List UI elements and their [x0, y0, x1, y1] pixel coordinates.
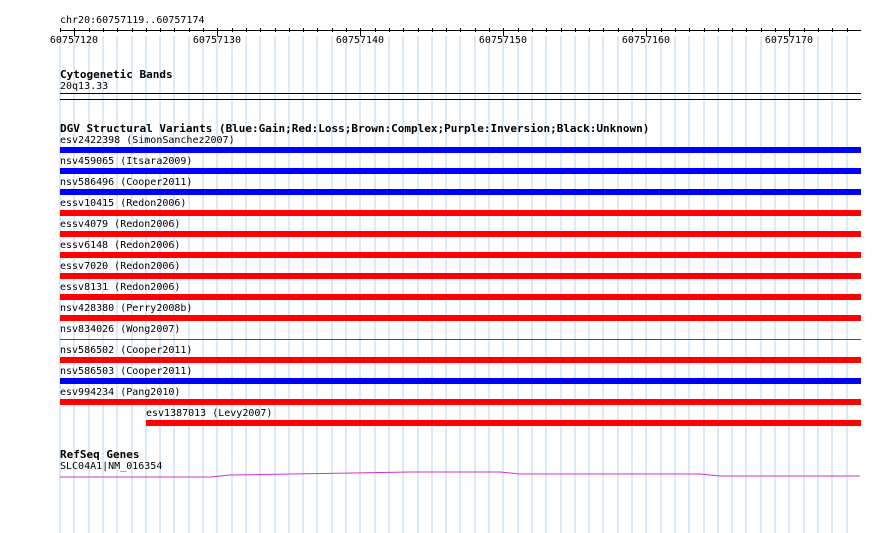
dgv-variant-bar[interactable]: [60, 210, 861, 216]
ruler-minor-tick: [432, 28, 433, 32]
cytoband-bottom-line[interactable]: [60, 99, 861, 100]
ruler-minor-tick: [532, 28, 533, 32]
dgv-variant-bar[interactable]: [60, 231, 861, 237]
dgv-variant-bar[interactable]: [60, 339, 861, 340]
ruler-minor-tick: [561, 28, 562, 32]
dgv-variant-label[interactable]: essv7020 (Redon2006): [60, 261, 180, 273]
ruler-minor-tick: [332, 28, 333, 32]
dgv-variant-bar[interactable]: [60, 399, 861, 405]
ruler-minor-tick: [518, 28, 519, 32]
ruler-minor-tick: [160, 28, 161, 32]
position-range-label: chr20:60757119..60757174: [60, 15, 205, 26]
dgv-variant-label[interactable]: esv994234 (Pang2010): [60, 387, 180, 399]
ruler-minor-tick: [189, 28, 190, 32]
ruler-minor-tick: [618, 28, 619, 32]
ruler-minor-tick: [546, 28, 547, 32]
ruler-minor-tick: [389, 28, 390, 32]
dgv-variant-bar[interactable]: [60, 252, 861, 258]
dgv-variant-label[interactable]: nsv586503 (Cooper2011): [60, 366, 192, 378]
dgv-variant-bar[interactable]: [60, 147, 861, 153]
ruler-minor-tick: [603, 28, 604, 32]
ruler-minor-tick: [60, 28, 61, 32]
ruler-tick-label: 60757160: [621, 35, 671, 46]
ruler-minor-tick: [146, 28, 147, 32]
ruler-minor-tick: [832, 28, 833, 32]
dgv-variant-bar[interactable]: [60, 294, 861, 300]
ruler-minor-tick: [732, 28, 733, 32]
cytoband-label: 20q13.33: [60, 81, 109, 92]
ruler-minor-tick: [103, 28, 104, 32]
ruler-tick-label: 60757150: [478, 35, 528, 46]
ruler-minor-tick: [246, 28, 247, 32]
ruler-minor-tick: [317, 28, 318, 32]
cytogenetic-bands-title: Cytogenetic Bands: [60, 68, 173, 81]
dgv-variant-label[interactable]: essv6148 (Redon2006): [60, 240, 180, 252]
ruler-minor-tick: [303, 28, 304, 32]
dgv-variant-bar[interactable]: [60, 168, 861, 174]
dgv-variant-label[interactable]: essv10415 (Redon2006): [60, 198, 186, 210]
dgv-variant-label[interactable]: esv2422398 (SimonSanchez2007): [60, 135, 235, 147]
ruler-minor-tick: [632, 28, 633, 32]
cytoband-top-line[interactable]: [60, 93, 861, 94]
dgv-variant-label[interactable]: essv8131 (Redon2006): [60, 282, 180, 294]
ruler-minor-tick: [117, 28, 118, 32]
dgv-variant-label[interactable]: nsv834026 (Wong2007): [60, 324, 180, 336]
ruler-minor-tick: [661, 28, 662, 32]
dgv-variant-label[interactable]: essv4079 (Redon2006): [60, 219, 180, 231]
dgv-variant-label[interactable]: nsv586502 (Cooper2011): [60, 345, 192, 357]
ruler-minor-tick: [589, 28, 590, 32]
ruler-minor-tick: [174, 28, 175, 32]
ruler-minor-tick: [203, 28, 204, 32]
ruler-minor-tick: [804, 28, 805, 32]
ruler-tick-label: 60757120: [49, 35, 99, 46]
ruler-minor-tick: [446, 28, 447, 32]
ruler-minor-tick: [575, 28, 576, 32]
ruler-minor-tick: [475, 28, 476, 32]
ruler-minor-tick: [675, 28, 676, 32]
ruler-minor-tick: [375, 28, 376, 32]
refseq-gene-feature[interactable]: [0, 468, 890, 480]
ruler-minor-tick: [260, 28, 261, 32]
dgv-variant-label[interactable]: nsv428380 (Perry2008b): [60, 303, 192, 315]
ruler-minor-tick: [232, 28, 233, 32]
dgv-track-title: DGV Structural Variants (Blue:Gain;Red:L…: [60, 122, 650, 135]
ruler-minor-tick: [132, 28, 133, 32]
dgv-variant-bar[interactable]: [60, 378, 861, 384]
ruler-minor-tick: [847, 28, 848, 32]
ruler-minor-tick: [646, 28, 647, 32]
ruler-minor-tick: [89, 28, 90, 32]
dgv-variant-bar[interactable]: [146, 420, 861, 426]
ruler-minor-tick: [360, 28, 361, 32]
ruler-minor-tick: [746, 28, 747, 32]
ruler-minor-tick: [689, 28, 690, 32]
ruler-minor-tick: [275, 28, 276, 32]
dgv-variant-bar[interactable]: [60, 189, 861, 195]
ruler-minor-tick: [289, 28, 290, 32]
ruler-minor-tick: [217, 28, 218, 32]
dgv-variant-bar[interactable]: [60, 315, 861, 321]
ruler-minor-tick: [789, 28, 790, 32]
ruler-minor-tick: [761, 28, 762, 32]
ruler-minor-tick: [346, 28, 347, 32]
ruler-minor-tick: [74, 28, 75, 32]
ruler-minor-tick: [718, 28, 719, 32]
dgv-variant-bar[interactable]: [60, 357, 861, 363]
refseq-track-title: RefSeq Genes: [60, 448, 140, 461]
ruler-minor-tick: [704, 28, 705, 32]
ruler-tick-label: 60757130: [192, 35, 242, 46]
dgv-variant-label[interactable]: nsv586496 (Cooper2011): [60, 177, 192, 189]
dgv-variant-label[interactable]: esv1387013 (Levy2007): [146, 408, 272, 420]
ruler-tick-label: 60757170: [764, 35, 814, 46]
ruler-minor-tick: [460, 28, 461, 32]
ruler-tick-label: 60757140: [335, 35, 385, 46]
ruler-minor-tick: [503, 28, 504, 32]
dgv-variant-label[interactable]: nsv459065 (Itsara2009): [60, 156, 192, 168]
ruler-minor-tick: [418, 28, 419, 32]
ruler-minor-tick: [403, 28, 404, 32]
ruler-minor-tick: [489, 28, 490, 32]
dgv-variant-bar[interactable]: [60, 273, 861, 279]
ruler-minor-tick: [775, 28, 776, 32]
ruler-minor-tick: [818, 28, 819, 32]
